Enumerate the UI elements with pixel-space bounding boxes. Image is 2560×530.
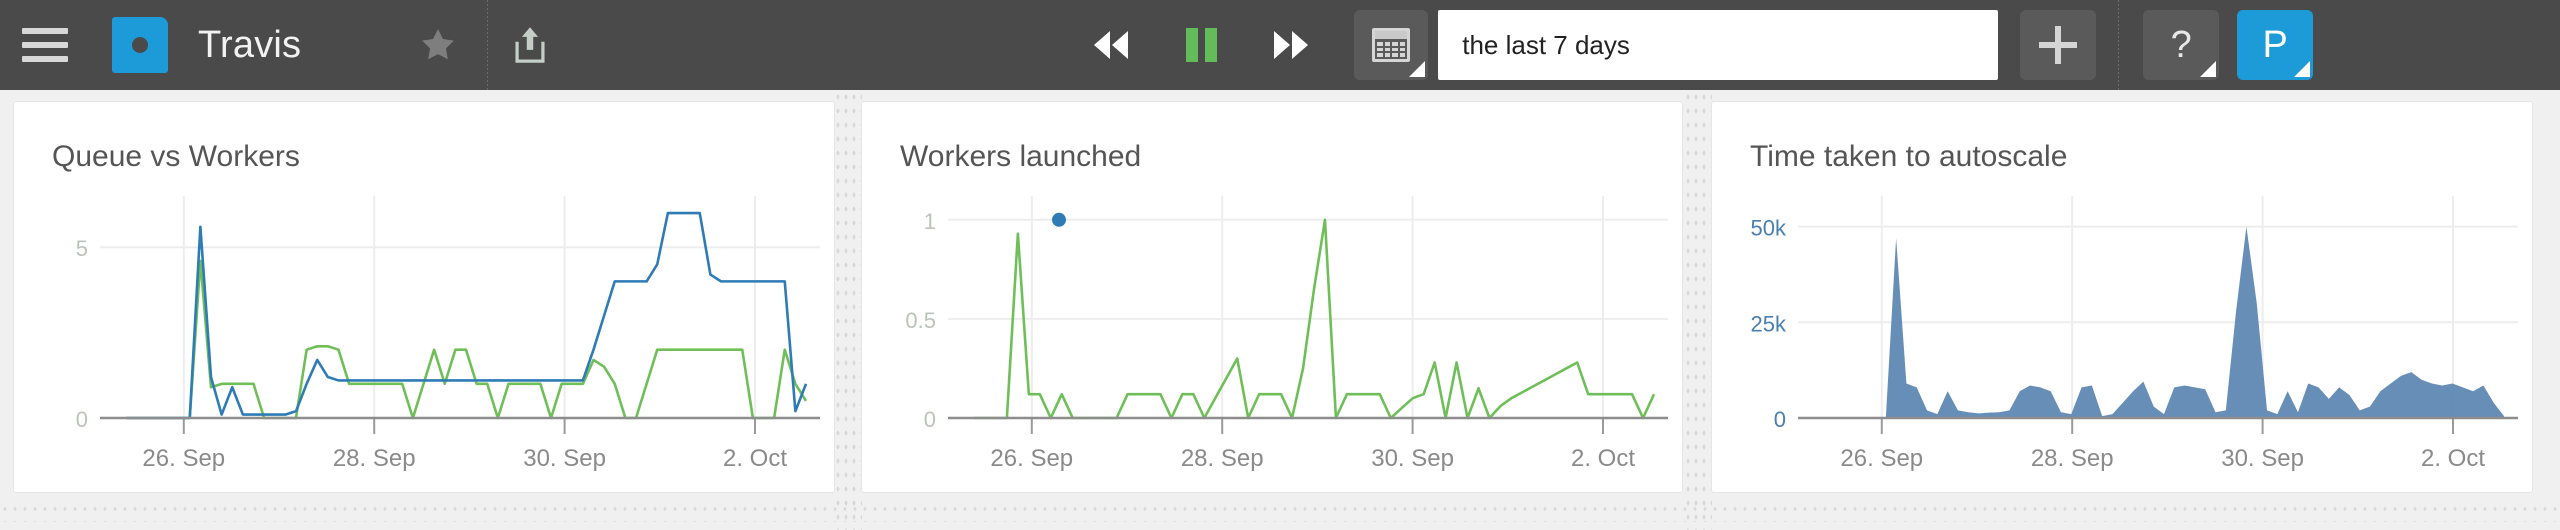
panel-time-to-autoscale[interactable]: Time taken to autoscale 0 25k 50k 26. Sep 28… xyxy=(1712,102,2532,492)
pause-icon[interactable] xyxy=(1156,0,1246,90)
svg-text:0: 0 xyxy=(76,407,88,432)
dashboard-area: Queue vs Workers 0 5 26. Sep 28. Sep 30. Sep… xyxy=(0,90,2560,530)
svg-text:26. Sep: 26. Sep xyxy=(142,445,225,472)
svg-text:26. Sep: 26. Sep xyxy=(1840,445,1923,472)
svg-text:0: 0 xyxy=(1774,407,1786,432)
avatar-label: P xyxy=(2262,23,2288,66)
help-button[interactable]: ? xyxy=(2143,10,2220,80)
calendar-grid xyxy=(1377,42,1406,57)
hamburger-menu-icon[interactable] xyxy=(0,0,90,90)
dashboard-grid-dots xyxy=(0,502,2560,522)
svg-text:5: 5 xyxy=(76,236,88,261)
toolbar-divider xyxy=(2118,0,2120,90)
dropdown-corner-indicator xyxy=(2294,61,2311,77)
svg-text:26. Sep: 26. Sep xyxy=(990,445,1073,472)
calendar-picker-button[interactable] xyxy=(1354,10,1429,80)
panel-title: Workers launched xyxy=(900,140,1142,173)
toolbar-left-group: Travis xyxy=(0,0,568,90)
svg-text:25k: 25k xyxy=(1751,311,1787,336)
toolbar-divider xyxy=(487,0,489,90)
time-range-input[interactable] xyxy=(1438,10,1999,80)
toolbar-center-group: ? P xyxy=(1066,0,2314,90)
chart-workers-launched[interactable]: 0 0.5 1 26. Sep 28. Sep 30. Sep 2. Oct xyxy=(862,180,1682,490)
svg-text:30. Sep: 30. Sep xyxy=(1371,445,1454,472)
svg-text:1: 1 xyxy=(924,209,936,234)
hamburger-bar xyxy=(22,28,68,34)
share-upload-icon[interactable] xyxy=(492,0,568,90)
svg-text:30. Sep: 30. Sep xyxy=(523,445,606,472)
svg-text:2. Oct: 2. Oct xyxy=(723,445,787,472)
star-icon[interactable] xyxy=(393,0,483,90)
chart-time-to-autoscale[interactable]: 0 25k 50k 26. Sep 28. Sep 30. Sep 2. Oct xyxy=(1712,180,2532,490)
svg-text:28. Sep: 28. Sep xyxy=(1181,445,1264,472)
user-avatar-button[interactable]: P xyxy=(2237,10,2314,80)
svg-text:50k: 50k xyxy=(1751,216,1787,241)
panel-queue-vs-workers[interactable]: Queue vs Workers 0 5 26. Sep 28. Sep 30. Sep… xyxy=(14,102,834,492)
svg-text:28. Sep: 28. Sep xyxy=(2031,445,2114,472)
svg-text:2. Oct: 2. Oct xyxy=(1571,445,1635,472)
svg-text:2. Oct: 2. Oct xyxy=(2421,445,2485,472)
add-panel-button[interactable] xyxy=(2020,10,2097,80)
help-label: ? xyxy=(2170,23,2192,66)
panel-workers-launched[interactable]: Workers launched 0 0.5 1 26. Sep 28. Sep 30. … xyxy=(862,102,1682,492)
chart-queue-vs-workers[interactable]: 0 5 26. Sep 28. Sep 30. Sep 2. Oct xyxy=(14,180,834,490)
dropdown-corner-indicator xyxy=(2200,61,2217,77)
logo-dot xyxy=(132,37,148,53)
plus-icon xyxy=(2039,26,2078,64)
app-logo-icon[interactable] xyxy=(112,17,168,73)
panel-title: Time taken to autoscale xyxy=(1750,140,2068,173)
dropdown-corner-indicator xyxy=(1409,61,1426,77)
fast-forward-icon[interactable] xyxy=(1246,0,1336,90)
panel-gutter xyxy=(834,90,862,530)
calendar-header xyxy=(1375,31,1408,39)
svg-text:28. Sep: 28. Sep xyxy=(333,445,416,472)
top-toolbar: Travis the last 7 days ? P xyxy=(0,0,2560,90)
hamburger-bar xyxy=(22,42,68,48)
calendar-icon xyxy=(1372,28,1411,62)
pause-bar xyxy=(1185,28,1198,62)
panel-gutter xyxy=(1684,90,1712,530)
svg-text:30. Sep: 30. Sep xyxy=(2221,445,2304,472)
svg-text:0.5: 0.5 xyxy=(905,308,936,333)
hamburger-bar xyxy=(22,56,68,62)
svg-text:0: 0 xyxy=(924,407,936,432)
panel-title: Queue vs Workers xyxy=(52,140,300,173)
pause-bar xyxy=(1204,28,1217,62)
app-title: Travis xyxy=(198,23,302,66)
rewind-icon[interactable] xyxy=(1066,0,1156,90)
